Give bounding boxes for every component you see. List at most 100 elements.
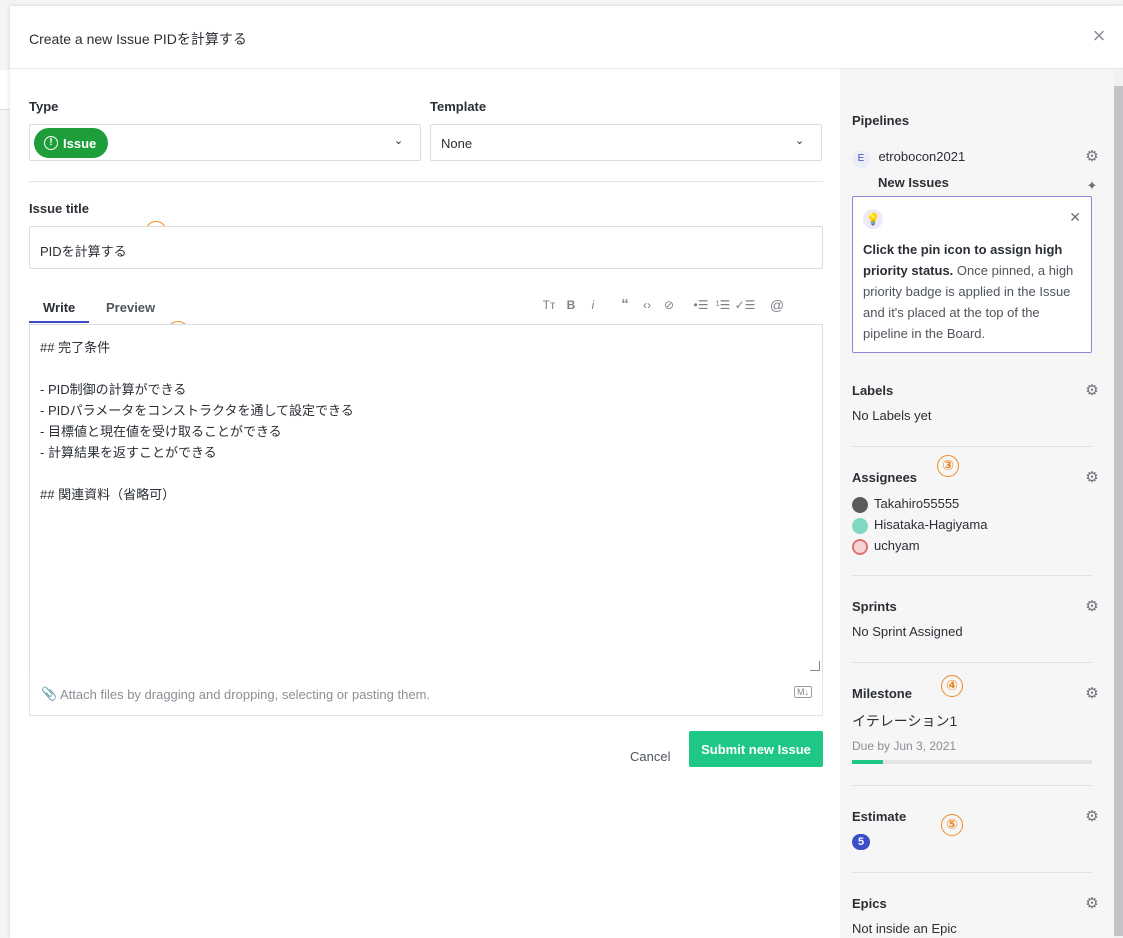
paperclip-icon: 📎 xyxy=(41,686,58,701)
milestone-progress-fill xyxy=(852,760,884,764)
type-label: Type xyxy=(29,99,59,114)
bold-icon[interactable]: B xyxy=(560,295,582,315)
scrollbar-thumb[interactable] xyxy=(1114,86,1123,936)
gear-icon[interactable]: ⚙ xyxy=(1084,149,1100,165)
assignee-list: Takahiro55555 Hisataka-Hagiyama uchyam xyxy=(852,493,1092,556)
template-label: Template xyxy=(430,99,487,114)
chevron-down-icon: ⌄ xyxy=(394,135,404,147)
assignee-item[interactable]: Hisataka-Hagiyama xyxy=(852,514,1092,535)
bulleted-list-icon[interactable]: •☰ xyxy=(690,295,712,315)
chevron-down-icon: ⌄ xyxy=(795,135,805,147)
gear-icon[interactable]: ⚙ xyxy=(1084,470,1100,486)
avatar xyxy=(852,496,868,513)
modal-title: Create a new Issue PIDを計算する xyxy=(29,31,247,47)
issue-type-label: Issue xyxy=(63,135,97,151)
annotation-5: ⑤ xyxy=(941,814,963,836)
assignee-name: Takahiro55555 xyxy=(874,496,960,511)
assignees-label: Assignees xyxy=(852,470,918,485)
sidebar-divider xyxy=(852,446,1092,447)
estimate-label: Estimate xyxy=(852,809,907,824)
avatar xyxy=(852,538,868,555)
sidebar-divider xyxy=(852,575,1092,576)
labels-label: Labels xyxy=(852,383,894,398)
sidebar: Pipelines E etrobocon2021 ⚙ New Issues ✦… xyxy=(840,69,1123,938)
create-issue-modal: Create a new Issue PIDを計算する × Type ! Iss… xyxy=(10,6,1123,938)
issue-title-label: Issue title xyxy=(29,201,89,216)
close-icon[interactable]: ✕ xyxy=(1069,209,1081,226)
annotation-3: ③ xyxy=(937,455,959,477)
pipelines-section: Pipelines xyxy=(852,113,1092,128)
background-strip xyxy=(0,70,10,110)
resize-handle[interactable] xyxy=(810,661,820,671)
template-select[interactable]: None ⌄ xyxy=(430,124,822,161)
annotation-4: ④ xyxy=(941,675,963,697)
pin-icon[interactable]: ✦ xyxy=(1084,178,1100,194)
gear-icon[interactable]: ⚙ xyxy=(1084,599,1100,615)
quote-icon[interactable]: “ xyxy=(614,295,636,315)
mention-icon[interactable]: @ xyxy=(766,295,788,315)
form-divider xyxy=(29,181,823,182)
link-icon[interactable]: ⊘ xyxy=(658,295,680,315)
sidebar-divider xyxy=(852,662,1092,663)
issue-form: Type ! Issue ⌄ Template None ⌄ Issue tit… xyxy=(10,69,840,938)
assignee-name: uchyam xyxy=(874,538,920,553)
task-list-icon[interactable]: ✓☰ xyxy=(734,295,756,315)
labels-section: Labels ⚙ No Labels yet xyxy=(852,383,1099,424)
exclamation-circle-icon: ! xyxy=(44,136,58,150)
template-value: None xyxy=(441,136,473,151)
pin-tooltip: 💡 ✕ Click the pin icon to assign high pr… xyxy=(852,196,1092,353)
workspace-badge: E xyxy=(852,150,870,168)
issue-body-text: ## 完了条件 - PID制御の計算ができる - PIDパラメータをコンストラク… xyxy=(40,340,354,502)
assignee-item[interactable]: Takahiro55555 xyxy=(852,493,1092,514)
milestone-label: Milestone xyxy=(852,686,912,701)
issue-title-value: PIDを計算する xyxy=(40,244,127,259)
numbered-list-icon[interactable]: ¹☰ xyxy=(712,295,734,315)
issue-title-input[interactable]: PIDを計算する xyxy=(29,226,823,269)
gear-icon[interactable]: ⚙ xyxy=(1084,383,1100,399)
sprints-value: No Sprint Assigned xyxy=(852,624,963,639)
attach-files-area[interactable]: 📎 Attach files by dragging and dropping,… xyxy=(29,673,823,716)
pipelines-label: Pipelines xyxy=(852,113,910,128)
tab-preview[interactable]: Preview xyxy=(106,300,155,321)
gear-icon[interactable]: ⚙ xyxy=(1084,896,1100,912)
epics-value: Not inside an Epic xyxy=(852,921,957,936)
pipeline-row: New Issues ✦ xyxy=(852,174,1097,194)
sidebar-scrollbar[interactable] xyxy=(1114,69,1123,938)
issue-body-textarea[interactable]: ## 完了条件 - PID制御の計算ができる - PIDパラメータをコンストラク… xyxy=(29,324,823,674)
cancel-button[interactable]: Cancel xyxy=(630,749,670,764)
workspace-name: etrobocon2021 xyxy=(878,149,966,164)
tab-write[interactable]: Write xyxy=(29,300,90,323)
tooltip-body: Click the pin icon to assign high priori… xyxy=(863,239,1083,344)
modal-header: Create a new Issue PIDを計算する × xyxy=(10,6,1123,69)
assignee-name: Hisataka-Hagiyama xyxy=(874,517,988,532)
gear-icon[interactable]: ⚙ xyxy=(1084,686,1100,702)
lightbulb-icon: 💡 xyxy=(863,209,883,229)
submit-new-issue-button[interactable]: Submit new Issue xyxy=(689,731,823,767)
close-icon[interactable]: × xyxy=(1087,24,1111,48)
sidebar-divider xyxy=(852,872,1092,873)
sidebar-divider xyxy=(852,785,1092,786)
epics-label: Epics xyxy=(852,896,887,911)
code-icon[interactable]: ‹› xyxy=(636,295,658,315)
text-size-icon[interactable]: Tт xyxy=(538,295,560,315)
sprints-section: Sprints ⚙ No Sprint Assigned xyxy=(852,599,1099,640)
italic-icon[interactable]: i xyxy=(582,295,604,315)
avatar xyxy=(852,517,868,534)
gear-icon[interactable]: ⚙ xyxy=(1084,809,1100,825)
epics-section: Epics ⚙ Not inside an Epic xyxy=(852,896,1099,937)
markdown-icon[interactable]: M↓ xyxy=(794,686,812,698)
milestone-due: Due by Jun 3, 2021 xyxy=(852,739,957,753)
editor-toolbar: Tт B i “ ‹› ⊘ •☰ ¹☰ ✓☰ @ xyxy=(538,295,788,315)
milestone-section: Milestone ⚙ イテレーション1 Due by Jun 3, 2021 xyxy=(852,686,1099,754)
labels-value: No Labels yet xyxy=(852,408,932,423)
assignee-item[interactable]: uchyam xyxy=(852,535,1092,556)
issue-type-pill: ! Issue xyxy=(34,128,109,158)
estimate-badge[interactable]: 5 xyxy=(852,834,870,850)
pipeline-name: New Issues xyxy=(878,175,949,190)
type-select[interactable]: ! Issue ⌄ xyxy=(29,124,421,161)
milestone-value[interactable]: イテレーション1 xyxy=(852,711,1092,731)
milestone-progress-bar xyxy=(852,760,1092,764)
workspace-row: E etrobocon2021 ⚙ xyxy=(852,148,1099,168)
sprints-label: Sprints xyxy=(852,599,897,614)
estimate-section: Estimate ⚙ 5 xyxy=(852,809,1099,850)
